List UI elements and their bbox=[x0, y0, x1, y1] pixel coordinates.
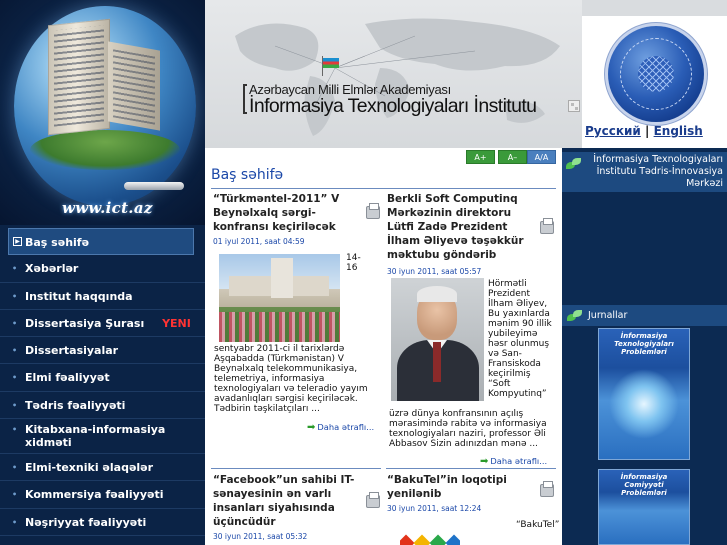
sidebar-item-dissertation-council[interactable]: • Dissertasiya Şurası YENI bbox=[0, 310, 205, 338]
sidebar-item-commercial-activity[interactable]: • Kommersiya fəaliyyəti bbox=[0, 481, 205, 509]
institute-name: İnformasiya Texnologiyaları İnstitutu bbox=[249, 95, 537, 117]
journal-cover-it-problems[interactable]: İnformasiya Texnologiyaları Problemləri bbox=[598, 328, 690, 460]
news-title[interactable]: “Facebook”un sahibi IT-sənayesinin ən va… bbox=[213, 473, 363, 529]
lang-separator: | bbox=[645, 124, 650, 138]
leaf-icon bbox=[567, 310, 583, 322]
sidebar-item-label: Nəşriyyat fəaliyyəti bbox=[25, 515, 147, 529]
read-more-link[interactable]: ➡ Daha ətraflı... bbox=[480, 456, 547, 467]
bullet-icon: • bbox=[12, 400, 18, 410]
sidebar-item-home[interactable]: ▶ Baş səhifə bbox=[8, 228, 194, 256]
sidebar-item-label: Institut haqqında bbox=[25, 289, 133, 303]
sidebar-item-label: Dissertasiya Şurası bbox=[25, 316, 145, 330]
news-lead: “BakuTel” bbox=[516, 520, 560, 530]
news-title[interactable]: Berkli Soft Computinq Mərkəzinin direkto… bbox=[387, 192, 537, 262]
journal-cover-society-problems[interactable]: İnformasiya Cəmiyyəti Problemləri bbox=[598, 469, 690, 545]
bullet-icon: • bbox=[12, 517, 18, 527]
arrow-box-icon: ▶ bbox=[13, 237, 22, 246]
sidebar-item-label: Elmi fəaliyyət bbox=[25, 371, 110, 385]
bullet-icon: • bbox=[12, 463, 18, 473]
news-photo-ashgabat[interactable] bbox=[219, 254, 340, 342]
bullet-icon: • bbox=[12, 346, 18, 356]
font-reset-button[interactable]: A/A bbox=[527, 150, 556, 164]
news-divider bbox=[211, 468, 381, 469]
bullet-icon: • bbox=[12, 425, 18, 435]
journals-title: Jurnallar bbox=[588, 310, 628, 321]
bullet-icon: • bbox=[12, 490, 18, 500]
sidebar-item-label: Tədris fəaliyyəti bbox=[25, 398, 126, 412]
plug-icon bbox=[124, 182, 184, 190]
sitemap-icon[interactable] bbox=[568, 100, 580, 112]
lang-russian-link[interactable]: Русский bbox=[585, 124, 641, 138]
font-decrease-button[interactable]: A– bbox=[498, 150, 527, 164]
sidebar-item-about[interactable]: • Institut haqqında bbox=[0, 283, 205, 310]
sidebar-item-news[interactable]: • Xəbərlər bbox=[0, 255, 205, 283]
sidebar-item-label: Dissertasiyalar bbox=[25, 344, 119, 358]
print-icon[interactable] bbox=[366, 492, 380, 508]
news-item: Berkli Soft Computinq Mərkəzinin direkto… bbox=[387, 192, 537, 276]
print-icon[interactable] bbox=[366, 203, 380, 219]
news-item: “Facebook”un sahibi IT-sənayesinin ən va… bbox=[213, 473, 363, 541]
header-banner: Azərbaycan Milli Elmlər Akademiyası İnfo… bbox=[205, 0, 582, 148]
news-item: “BakuTel”in loqotipi yenilənib 30 iyun 2… bbox=[387, 473, 537, 513]
innovation-center-title: İnformasiya Texnologiyaları İnstitutu Tə… bbox=[593, 154, 723, 189]
institute-globe-image: www.ict.az bbox=[0, 0, 205, 225]
title-divider bbox=[211, 188, 556, 189]
page-title: Baş səhifə bbox=[211, 167, 284, 183]
news-date: 30 iyun 2011, saat 05:32 bbox=[213, 532, 308, 541]
journals-header[interactable]: Jurnallar bbox=[562, 305, 727, 326]
arrow-right-icon: ➡ bbox=[480, 456, 489, 467]
main-navigation: ▶ Baş səhifə • Xəbərlər • Institut haqqı… bbox=[0, 228, 205, 536]
news-body: sentyabr 2011-ci il tarixlərdə Aşqabadda… bbox=[214, 344, 368, 414]
font-increase-button[interactable]: A+ bbox=[466, 150, 495, 164]
language-switcher: Русский | English bbox=[585, 124, 725, 138]
sidebar-item-label: Elmi-texniki əlaqələr bbox=[25, 461, 154, 475]
news-title[interactable]: “BakuTel”in loqotipi yenilənib bbox=[387, 473, 537, 501]
read-more-link[interactable]: ➡ Daha ətraflı... bbox=[307, 422, 374, 433]
news-item: “Türkməntel-2011” V Beynəlxalq sərgi-kon… bbox=[213, 192, 363, 246]
news-photo-lotfi-zadeh[interactable] bbox=[391, 278, 484, 401]
sidebar-item-teaching-activity[interactable]: • Tədris fəaliyyəti bbox=[0, 392, 205, 420]
site-logo-text[interactable]: www.ict.az bbox=[62, 199, 153, 217]
sidebar-item-label: Kommersiya fəaliyyəti bbox=[25, 488, 164, 502]
sidebar-item-publishing[interactable]: • Nəşriyyat fəaliyyəti bbox=[0, 509, 205, 536]
sidebar-item-scientific-activity[interactable]: • Elmi fəaliyyət bbox=[0, 364, 205, 392]
print-icon[interactable] bbox=[540, 218, 554, 234]
leaf-icon bbox=[566, 158, 582, 170]
world-map-graphic bbox=[235, 18, 560, 136]
left-sidebar: www.ict.az ▶ Baş səhifə • Xəbərlər • Ins… bbox=[0, 0, 205, 545]
sidebar-item-label: Baş səhifə bbox=[25, 236, 90, 249]
sidebar-item-library[interactable]: • Kitabxana-informasiya xidməti bbox=[0, 419, 205, 455]
journal-title: İnformasiya Cəmiyyəti Problemləri bbox=[620, 473, 668, 497]
bullet-icon: • bbox=[12, 318, 18, 328]
innovation-center-link[interactable]: İnformasiya Texnologiyaları İnstitutu Tə… bbox=[562, 152, 727, 192]
bullet-icon: • bbox=[12, 291, 18, 301]
bullet-icon: • bbox=[12, 264, 18, 274]
bullet-icon: • bbox=[12, 373, 18, 383]
news-lead: 14-16 bbox=[346, 253, 361, 273]
sidebar-item-scientific-relations[interactable]: • Elmi-texniki əlaqələr bbox=[0, 454, 205, 482]
sidebar-item-label: Kitabxana-informasiya xidməti bbox=[25, 423, 166, 450]
news-divider bbox=[386, 468, 556, 469]
news-date: 30 iyun 2011, saat 12:24 bbox=[387, 504, 482, 513]
news-date: 30 iyun 2011, saat 05:57 bbox=[387, 267, 482, 276]
news-side-text: Hörmətli Prezident İlham Əliyev, Bu yaxı… bbox=[488, 279, 552, 399]
bakutel-logo-image[interactable] bbox=[400, 533, 460, 545]
journal-title: İnformasiya Texnologiyaları Problemləri bbox=[614, 332, 674, 356]
arrow-right-icon: ➡ bbox=[307, 422, 316, 433]
azerbaijan-flag-icon bbox=[323, 58, 339, 68]
sidebar-item-label: Xəbərlər bbox=[25, 262, 79, 276]
news-date: 01 iyul 2011, saat 04:59 bbox=[213, 237, 305, 246]
news-title[interactable]: “Türkməntel-2011” V Beynəlxalq sərgi-kon… bbox=[213, 192, 363, 234]
institute-emblem-logo bbox=[608, 26, 704, 122]
print-icon[interactable] bbox=[540, 481, 554, 497]
new-badge: YENI bbox=[162, 316, 191, 330]
sidebar-item-dissertations[interactable]: • Dissertasiyalar bbox=[0, 337, 205, 365]
news-body: üzrə dünya konfransının açılış mərasimin… bbox=[389, 409, 547, 449]
lang-english-link[interactable]: English bbox=[654, 124, 703, 138]
right-sidebar: İnformasiya Texnologiyaları İnstitutu Tə… bbox=[562, 148, 727, 545]
